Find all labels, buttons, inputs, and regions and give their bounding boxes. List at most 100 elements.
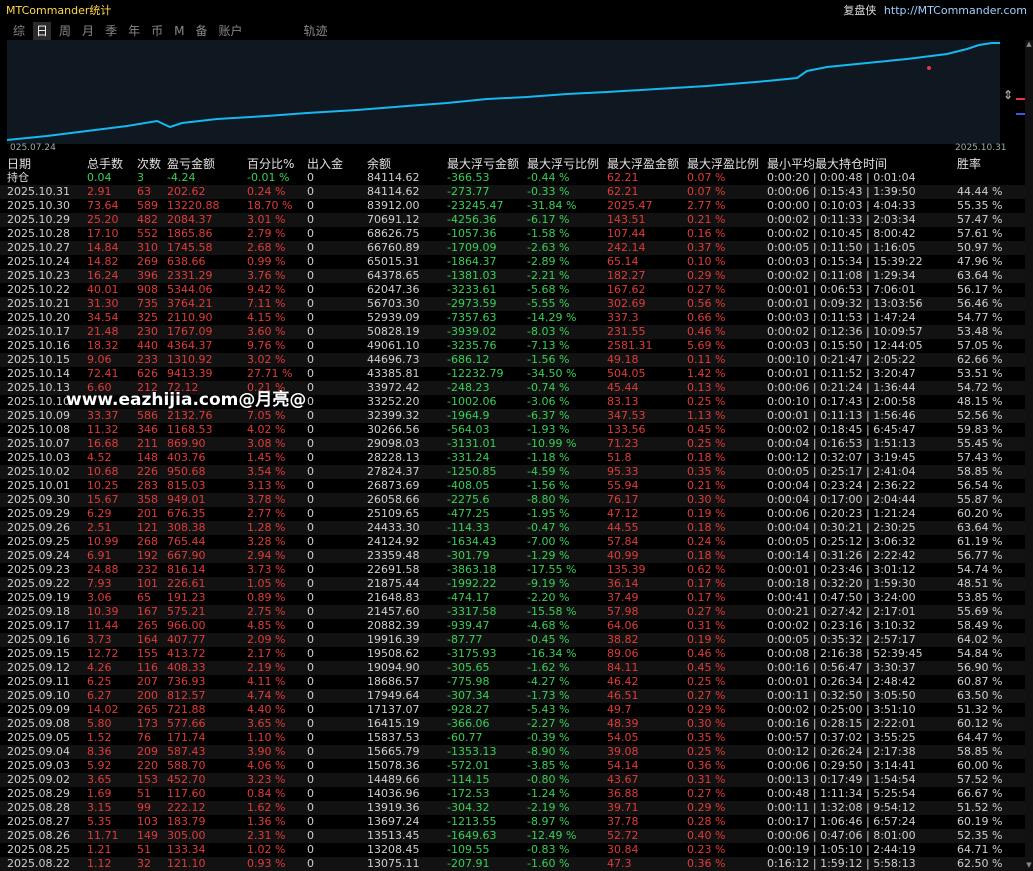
table-row[interactable]: 2025.10.23 16.24 396 2331.29 3.76 % 0 64378.65… <box>0 269 1025 283</box>
tab-month[interactable]: 月 <box>79 22 97 40</box>
cell-balance: 30266.56 <box>367 423 420 436</box>
cell-balance: 15837.53 <box>367 731 420 744</box>
table-row[interactable]: 2025.09.29 6.29 201 676.35 2.77 % 0 25109.65 -4… <box>0 507 1025 521</box>
double-chevron-icon[interactable]: ⇕ <box>1003 88 1013 102</box>
table-row[interactable]: 2025.08.25 1.21 51 133.34 1.02 % 0 13208.45 -10… <box>0 843 1025 857</box>
header-lots[interactable]: 总手数 <box>87 157 123 171</box>
table-row[interactable]: 2025.09.05 1.52 76 171.74 1.10 % 0 15837.53 -60… <box>0 731 1025 745</box>
brand-link[interactable]: 复盘侠 http://MTCommander.com <box>843 2 1027 18</box>
tab-day[interactable]: 日 <box>33 22 52 40</box>
header-win-rate[interactable]: 胜率 <box>957 157 981 171</box>
header-max-floating-profit[interactable]: 最大浮盈金额 <box>607 157 679 171</box>
tab-note[interactable]: 备 <box>192 22 210 40</box>
cell-date: 2025.09.16 <box>7 633 70 646</box>
table-row[interactable]: 2025.10.14 72.41 626 9413.39 27.71 % 0 43385.8… <box>0 367 1025 381</box>
cell-hold-time: 0:00:01 | 0:23:46 | 3:01:12 <box>767 563 916 576</box>
cell-max-floating-profit: 52.72 <box>607 829 639 842</box>
header-hold-time[interactable]: 最小平均最大持仓时间 <box>767 157 887 171</box>
table-row[interactable]: 2025.09.19 3.06 65 191.23 0.89 % 0 21648.83 -47… <box>0 591 1025 605</box>
table-row[interactable]: 2025.09.17 11.44 265 966.00 4.85 % 0 20882.39 -… <box>0 619 1025 633</box>
cell-date: 2025.09.18 <box>7 605 70 618</box>
table-row[interactable]: 2025.09.26 2.51 121 308.38 1.28 % 0 24433.30 -1… <box>0 521 1025 535</box>
table-row[interactable]: 2025.08.22 1.12 32 121.10 0.93 % 0 13075.11 -20… <box>0 857 1025 871</box>
table-row[interactable]: 2025.09.04 8.36 209 587.43 3.90 % 0 15665.79 -1… <box>0 745 1025 759</box>
table-row[interactable]: 2025.10.22 40.01 908 5344.06 9.42 % 0 62047.36… <box>0 283 1025 297</box>
header-count[interactable]: 次数 <box>137 157 161 171</box>
table-row[interactable]: 2025.08.28 3.15 99 222.12 1.62 % 0 13919.36 -30… <box>0 801 1025 815</box>
scroll-up-arrow[interactable]: ▲ <box>1025 40 1033 50</box>
table-row[interactable]: 2025.09.22 7.93 101 226.61 1.05 % 0 21875.44 -1… <box>0 577 1025 591</box>
tab-magic[interactable]: M <box>171 22 187 40</box>
cell-max-floating-loss-pct: -6.17 % <box>527 213 570 226</box>
brand-url[interactable]: http://MTCommander.com <box>884 4 1027 17</box>
table-row[interactable]: 2025.10.09 33.37 586 2132.76 7.05 % 0 32399.32… <box>0 409 1025 423</box>
cell-profit: -4.24 <box>167 171 196 184</box>
table-row[interactable]: 2025.08.27 5.35 103 183.79 1.36 % 0 13697.24 -1… <box>0 815 1025 829</box>
table-row[interactable]: 2025.10.28 17.10 552 1865.86 2.79 % 0 68626.75… <box>0 227 1025 241</box>
table-row[interactable]: 2025.09.24 6.91 192 667.90 2.94 % 0 23359.48 -3… <box>0 549 1025 563</box>
table-row[interactable]: 2025.10.29 25.20 482 2084.37 3.01 % 0 70691.12… <box>0 213 1025 227</box>
cell-max-floating-profit: 302.69 <box>607 297 646 310</box>
header-max-floating-loss[interactable]: 最大浮亏金额 <box>447 157 519 171</box>
header-date[interactable]: 日期 <box>7 157 31 171</box>
table-row[interactable]: 2025.09.12 4.26 116 408.33 2.19 % 0 19094.90 -3… <box>0 661 1025 675</box>
scroll-down-arrow[interactable]: ▼ <box>1025 861 1033 871</box>
tab-quarter[interactable]: 季 <box>102 22 120 40</box>
table-row[interactable]: 2025.10.21 31.30 735 3764.21 7.11 % 0 56703.30… <box>0 297 1025 311</box>
cell-win-rate: 56.46 % <box>957 297 1003 310</box>
table-row[interactable]: 2025.10.24 14.82 269 638.66 0.99 % 0 65015.31 -… <box>0 255 1025 269</box>
cell-max-floating-profit: 47.3 <box>607 857 632 870</box>
table-row[interactable]: 2025.09.11 6.25 207 736.93 4.11 % 0 18686.57 -7… <box>0 675 1025 689</box>
header-percent[interactable]: 百分比% <box>247 157 294 171</box>
table-row[interactable]: 2025.09.10 6.27 200 812.57 4.74 % 0 17949.64 -3… <box>0 689 1025 703</box>
table-row[interactable]: 2025.10.30 73.64 589 13220.88 18.70 % 0 83912.… <box>0 199 1025 213</box>
cell-balance: 26873.69 <box>367 479 420 492</box>
cell-deposit: 0 <box>307 507 314 520</box>
header-profit[interactable]: 盈亏金额 <box>167 157 215 171</box>
table-row[interactable]: 2025.08.26 11.71 149 305.00 2.31 % 0 13513.45 -… <box>0 829 1025 843</box>
table-row[interactable]: 2025.08.29 1.69 51 117.60 0.84 % 0 14036.96 -17… <box>0 787 1025 801</box>
table-row[interactable]: 2025.10.01 10.25 283 815.03 3.13 % 0 26873.69 -… <box>0 479 1025 493</box>
tab-week[interactable]: 周 <box>56 22 74 40</box>
cell-profit: 575.21 <box>167 605 206 618</box>
header-deposit[interactable]: 出入金 <box>307 157 343 171</box>
header-max-floating-profit-pct[interactable]: 最大浮盈比例 <box>687 157 759 171</box>
cell-max-floating-profit-pct: 0.35 % <box>687 465 726 478</box>
table-row[interactable]: 2025.10.07 16.68 211 869.90 3.08 % 0 29098.03 -… <box>0 437 1025 451</box>
table-row[interactable]: 2025.09.18 10.39 167 575.21 2.75 % 0 21457.60 -… <box>0 605 1025 619</box>
cell-lots: 16.24 <box>87 269 119 282</box>
table-row[interactable]: 2025.10.20 34.54 325 2110.90 4.15 % 0 52939.09… <box>0 311 1025 325</box>
table-row[interactable]: 2025.09.08 5.80 173 577.66 3.65 % 0 16415.19 -3… <box>0 717 1025 731</box>
table-row[interactable]: 2025.09.23 24.88 232 816.14 3.73 % 0 22691.58 -… <box>0 563 1025 577</box>
tab-track[interactable]: 轨迹 <box>301 22 331 40</box>
cell-date: 2025.10.23 <box>7 269 70 282</box>
table-row[interactable]: 2025.10.31 2.91 63 202.62 0.24 % 0 84114.62 -27… <box>0 185 1025 199</box>
holding-row[interactable]: 持仓 0.04 3 -4.24 -0.01 % 0 84114.62 -366.53 -0.44… <box>0 171 1025 185</box>
table-row[interactable]: 2025.10.15 9.06 233 1310.92 3.02 % 0 44696.73 -… <box>0 353 1025 367</box>
cell-date: 2025.10.10 <box>7 395 70 408</box>
table-row[interactable]: 2025.10.16 18.32 440 4364.37 9.76 % 0 49061.10… <box>0 339 1025 353</box>
cell-max-floating-loss-pct: -1.58 % <box>527 227 570 240</box>
cell-balance: 19508.62 <box>367 647 420 660</box>
header-max-floating-loss-pct[interactable]: 最大浮亏比例 <box>527 157 599 171</box>
tab-overview[interactable]: 综 <box>10 22 28 40</box>
cell-lots: 11.44 <box>87 619 119 632</box>
table-row[interactable]: 2025.09.02 3.65 153 452.70 3.23 % 0 14489.66 -1… <box>0 773 1025 787</box>
cell-max-floating-profit: 95.33 <box>607 465 639 478</box>
table-row[interactable]: 2025.10.02 10.68 226 950.68 3.54 % 0 27824.37 -… <box>0 465 1025 479</box>
table-row[interactable]: 2025.10.08 11.32 346 1168.53 4.02 % 0 30266.56… <box>0 423 1025 437</box>
tab-account[interactable]: 账户 <box>215 22 245 40</box>
header-balance[interactable]: 余额 <box>367 157 391 171</box>
table-row[interactable]: 2025.09.16 3.73 164 407.77 2.09 % 0 19916.39 -8… <box>0 633 1025 647</box>
tab-symbol[interactable]: 币 <box>148 22 166 40</box>
table-row[interactable]: 2025.09.25 10.99 268 765.44 3.28 % 0 24124.92 -… <box>0 535 1025 549</box>
cell-profit: 226.61 <box>167 577 206 590</box>
table-row[interactable]: 2025.09.03 5.92 220 588.70 4.06 % 0 15078.36 -5… <box>0 759 1025 773</box>
table-row[interactable]: 2025.10.03 4.52 148 403.76 1.45 % 0 28228.13 -3… <box>0 451 1025 465</box>
tab-year[interactable]: 年 <box>125 22 143 40</box>
table-row[interactable]: 2025.10.17 21.48 230 1767.09 3.60 % 0 50828.19… <box>0 325 1025 339</box>
table-row[interactable]: 2025.10.27 14.84 310 1745.58 2.68 % 0 66760.89… <box>0 241 1025 255</box>
table-row[interactable]: 2025.09.15 12.72 155 413.72 2.17 % 0 19508.62 -… <box>0 647 1025 661</box>
table-row[interactable]: 2025.09.09 14.02 265 721.88 4.40 % 0 17137.07 -… <box>0 703 1025 717</box>
table-row[interactable]: 2025.09.30 15.67 358 949.01 3.78 % 0 26058.66 -… <box>0 493 1025 507</box>
